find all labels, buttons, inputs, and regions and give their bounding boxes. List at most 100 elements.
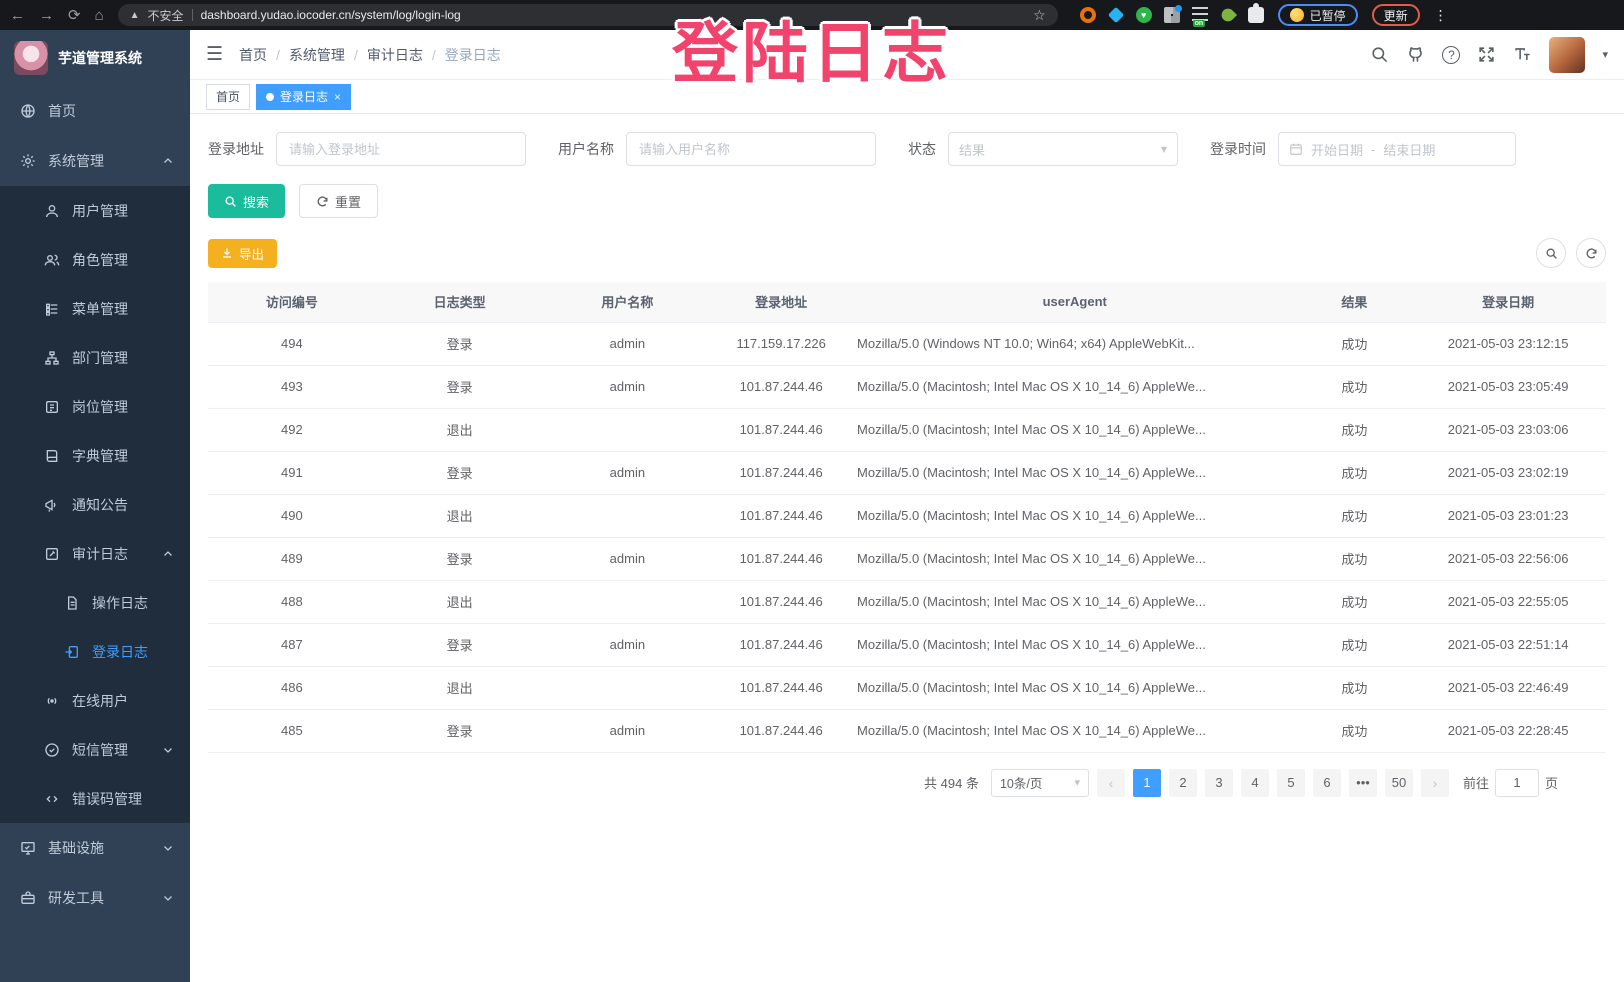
- sidebar-item-post-management[interactable]: 岗位管理: [0, 382, 190, 431]
- table-row[interactable]: 490 退出 101.87.244.46 Mozilla/5.0 (Macint…: [208, 494, 1606, 537]
- cell-result: 成功: [1298, 623, 1410, 666]
- page-button-4[interactable]: 4: [1241, 769, 1269, 797]
- sidebar-item-dict-management[interactable]: 字典管理: [0, 431, 190, 480]
- username-input[interactable]: [626, 132, 876, 166]
- fullscreen-icon[interactable]: [1477, 45, 1496, 64]
- help-icon[interactable]: ?: [1442, 46, 1460, 64]
- table-row[interactable]: 486 退出 101.87.244.46 Mozilla/5.0 (Macint…: [208, 666, 1606, 709]
- status-select[interactable]: 结果 ▾: [948, 132, 1178, 166]
- page-button-50[interactable]: 50: [1385, 769, 1413, 797]
- cell-result: 成功: [1298, 709, 1410, 752]
- cell-login-date: 2021-05-03 22:55:05: [1410, 580, 1606, 623]
- breadcrumb-home[interactable]: 首页: [239, 45, 267, 65]
- app-logo-row: 芋道管理系统: [0, 30, 190, 86]
- login-address-input[interactable]: [276, 132, 526, 166]
- sidebar-item-system-management[interactable]: 系统管理: [0, 136, 190, 186]
- tag-login-log[interactable]: 登录日志 ×: [256, 84, 351, 110]
- date-start-placeholder: 开始日期: [1311, 140, 1363, 159]
- sidebar-toggle-icon[interactable]: ☰: [206, 43, 223, 66]
- tag-home[interactable]: 首页: [206, 84, 250, 110]
- font-size-icon[interactable]: [1513, 45, 1532, 64]
- sidebar-item-label: 菜单管理: [72, 299, 128, 319]
- cell-login-address: 101.87.244.46: [711, 537, 851, 580]
- sidebar-item-operation-log[interactable]: 操作日志: [0, 578, 190, 627]
- sidebar-item-home[interactable]: 首页: [0, 86, 190, 136]
- sidebar-item-notice-announcement[interactable]: 通知公告: [0, 480, 190, 529]
- browser-home-icon[interactable]: ⌂: [95, 8, 104, 23]
- browser-update-button[interactable]: 更新: [1372, 4, 1420, 26]
- sidebar-item-menu-management[interactable]: 菜单管理: [0, 284, 190, 333]
- goto-page-input[interactable]: [1495, 769, 1539, 797]
- refresh-table-button[interactable]: [1576, 238, 1606, 268]
- search-icon[interactable]: [1370, 45, 1389, 64]
- breadcrumb-separator: /: [276, 47, 280, 63]
- next-page-button[interactable]: ›: [1421, 769, 1449, 797]
- sidebar-item-dev-tools[interactable]: 研发工具: [0, 873, 190, 923]
- sidebar-item-error-code-management[interactable]: 错误码管理: [0, 774, 190, 823]
- table-row[interactable]: 487 登录 admin 101.87.244.46 Mozilla/5.0 (…: [208, 623, 1606, 666]
- export-button-label: 导出: [239, 244, 264, 263]
- table-row[interactable]: 485 登录 admin 101.87.244.46 Mozilla/5.0 (…: [208, 709, 1606, 752]
- sidebar-item-online-users[interactable]: 在线用户: [0, 676, 190, 725]
- cell-result: 成功: [1298, 408, 1410, 451]
- extensions-puzzle-icon[interactable]: [1248, 7, 1264, 23]
- browser-forward-icon[interactable]: →: [39, 8, 54, 23]
- app-title: 芋道管理系统: [58, 48, 142, 68]
- cell-log-type: 退出: [376, 408, 544, 451]
- browser-reload-icon[interactable]: ⟳: [68, 8, 81, 23]
- address-bar[interactable]: ▲ 不安全 dashboard.yudao.iocoder.cn/system/…: [118, 4, 1058, 26]
- cell-visit-id: 488: [208, 580, 376, 623]
- page-button-3[interactable]: 3: [1205, 769, 1233, 797]
- sidebar-item-infrastructure[interactable]: 基础设施: [0, 823, 190, 873]
- breadcrumb-system[interactable]: 系统管理: [289, 45, 345, 65]
- page-button-2[interactable]: 2: [1169, 769, 1197, 797]
- profile-paused-badge[interactable]: 已暂停: [1278, 4, 1358, 26]
- sidebar-item-user-management[interactable]: 用户管理: [0, 186, 190, 235]
- sidebar-item-sms-management[interactable]: 短信管理: [0, 725, 190, 774]
- extension-green-heart-icon[interactable]: ♥: [1136, 7, 1152, 23]
- table-row[interactable]: 494 登录 admin 117.159.17.226 Mozilla/5.0 …: [208, 322, 1606, 365]
- page-ellipsis-button[interactable]: •••: [1349, 769, 1377, 797]
- sidebar-item-role-management[interactable]: 角色管理: [0, 235, 190, 284]
- page-button-1[interactable]: 1: [1133, 769, 1161, 797]
- extension-sprout-icon[interactable]: [1219, 6, 1237, 24]
- goto-label: 前往: [1463, 773, 1489, 792]
- bookmark-star-icon[interactable]: ☆: [1033, 7, 1046, 24]
- sidebar-item-label: 角色管理: [72, 250, 128, 270]
- page-size-select[interactable]: 10条/页 ▾: [991, 769, 1089, 797]
- col-log-type: 日志类型: [376, 282, 544, 322]
- prev-page-button[interactable]: ‹: [1097, 769, 1125, 797]
- table-row[interactable]: 491 登录 admin 101.87.244.46 Mozilla/5.0 (…: [208, 451, 1606, 494]
- login-time-range-picker[interactable]: 开始日期 - 结束日期: [1278, 132, 1516, 166]
- browser-menu-icon[interactable]: ⋮: [1434, 7, 1448, 24]
- sidebar-item-department-management[interactable]: 部门管理: [0, 333, 190, 382]
- table-row[interactable]: 493 登录 admin 101.87.244.46 Mozilla/5.0 (…: [208, 365, 1606, 408]
- sidebar-item-label: 错误码管理: [72, 789, 142, 809]
- export-button[interactable]: 导出: [208, 239, 277, 268]
- browser-back-icon[interactable]: ←: [10, 8, 25, 23]
- page-button-5[interactable]: 5: [1277, 769, 1305, 797]
- search-button[interactable]: 搜索: [208, 184, 285, 218]
- calendar-icon: [1289, 142, 1303, 156]
- table-row[interactable]: 489 登录 admin 101.87.244.46 Mozilla/5.0 (…: [208, 537, 1606, 580]
- cell-visit-id: 490: [208, 494, 376, 537]
- cell-login-address: 117.159.17.226: [711, 322, 851, 365]
- page-button-6[interactable]: 6: [1313, 769, 1341, 797]
- reset-button[interactable]: 重置: [299, 184, 378, 218]
- tag-close-icon[interactable]: ×: [334, 91, 341, 103]
- sidebar-item-audit-log[interactable]: 审计日志: [0, 529, 190, 578]
- extension-grid-icon[interactable]: [1164, 7, 1180, 23]
- extension-orange-ring-icon[interactable]: [1080, 7, 1096, 23]
- github-icon[interactable]: [1406, 45, 1425, 64]
- breadcrumb-audit-log[interactable]: 审计日志: [367, 45, 423, 65]
- user-avatar[interactable]: [1549, 37, 1585, 73]
- toggle-search-button[interactable]: [1536, 238, 1566, 268]
- extension-list-icon[interactable]: on: [1192, 7, 1208, 23]
- table-row[interactable]: 488 退出 101.87.244.46 Mozilla/5.0 (Macint…: [208, 580, 1606, 623]
- sidebar-item-login-log[interactable]: 登录日志: [0, 627, 190, 676]
- cell-log-type: 登录: [376, 365, 544, 408]
- extension-blue-gem-icon[interactable]: [1107, 7, 1123, 23]
- avatar-caret-down-icon[interactable]: ▾: [1602, 48, 1608, 61]
- table-row[interactable]: 492 退出 101.87.244.46 Mozilla/5.0 (Macint…: [208, 408, 1606, 451]
- browser-toolbar: ← → ⟳ ⌂ ▲ 不安全 dashboard.yudao.iocoder.cn…: [0, 0, 1624, 30]
